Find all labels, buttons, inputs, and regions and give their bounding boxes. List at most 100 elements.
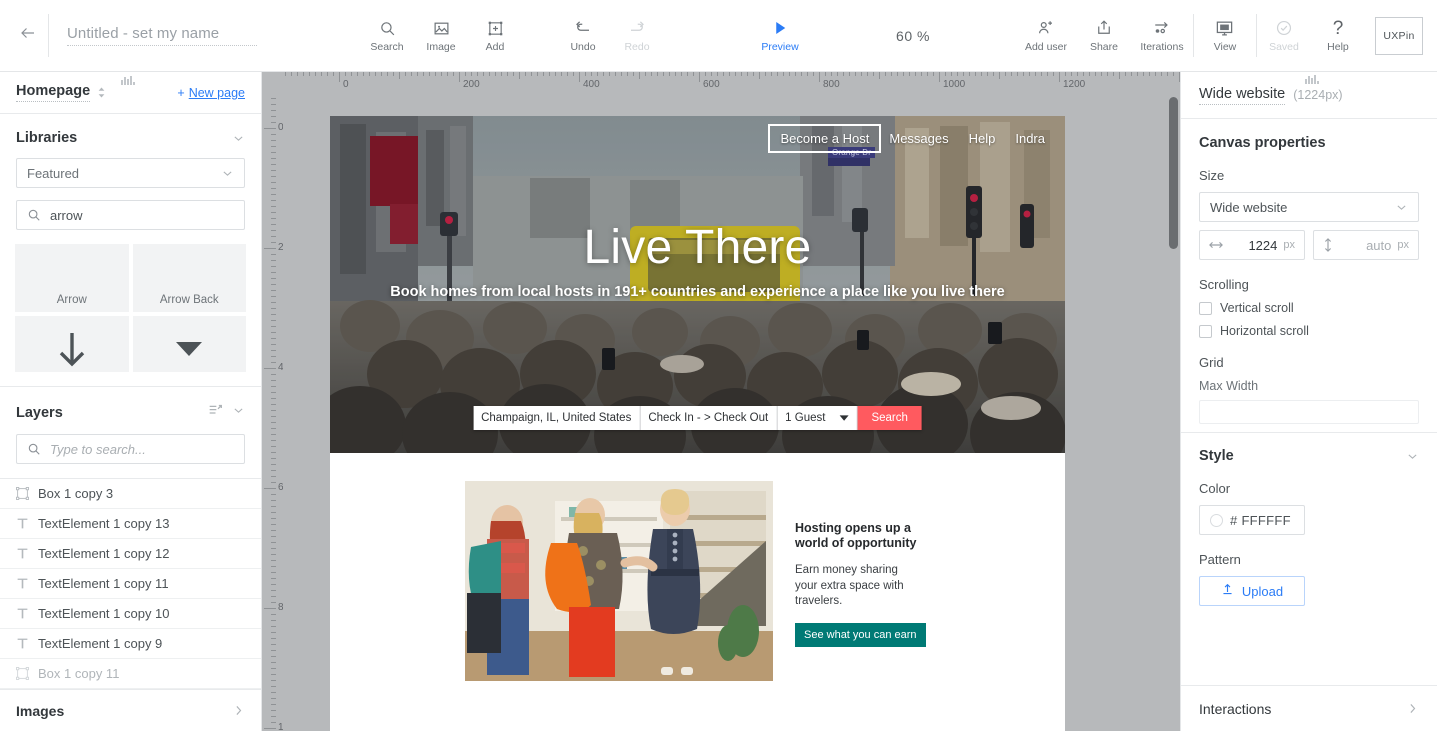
canvas-preset-select[interactable]: Wide website (1199, 192, 1419, 222)
canvas-area[interactable]: Orange Dr Become a Host Messages Help In… (262, 72, 1180, 731)
search-submit-button[interactable]: Search (857, 406, 922, 430)
ruler-tick (1047, 72, 1048, 76)
ruler-tick (807, 72, 808, 76)
add-button[interactable]: Add (468, 0, 522, 71)
canvas-preset-value: Wide website (1210, 199, 1288, 215)
search-dates-field[interactable]: Check In - > Check Out (640, 406, 778, 430)
layers-expand-icon[interactable] (208, 403, 223, 422)
library-tile[interactable]: Arrow Back (132, 244, 246, 313)
library-tile[interactable] (15, 316, 129, 373)
ruler-tick (555, 72, 556, 76)
redo-button[interactable]: Redo (610, 0, 664, 71)
library-tile[interactable] (132, 316, 246, 373)
layer-row[interactable]: TextElement 1 copy 12 (0, 539, 261, 570)
ruler-tick (271, 236, 276, 237)
grid-max-width-field[interactable] (1199, 400, 1419, 424)
promo-card[interactable]: Hosting opens up a world of opportunity … (465, 481, 930, 681)
horizontal-scroll-label: Horizontal scroll (1220, 324, 1309, 338)
chevron-down-icon[interactable] (232, 132, 245, 145)
images-label: Images (16, 702, 65, 719)
search-guests-field[interactable]: 1 Guest (777, 406, 858, 430)
canvas-height-value: auto (1366, 237, 1392, 253)
view-button-label: View (1213, 41, 1237, 54)
layer-row[interactable]: Box 1 copy 3 (0, 479, 261, 510)
share-button[interactable]: Share (1077, 0, 1131, 71)
images-section-header[interactable]: Images (0, 689, 261, 731)
add-user-button[interactable]: Add user (1015, 0, 1077, 71)
hero-subtitle: Book homes from local hosts in 191+ coun… (390, 284, 1005, 300)
color-swatch[interactable] (1210, 513, 1223, 527)
layers-search-input[interactable] (50, 441, 234, 457)
style-header[interactable]: Style (1199, 448, 1419, 464)
zoom-level[interactable]: 60 % (896, 0, 930, 71)
help-button[interactable]: ? Help (1311, 0, 1365, 71)
page-switch-icon[interactable] (97, 86, 106, 99)
ruler-tick (951, 72, 952, 76)
promo-cta-button[interactable]: See what you can earn (795, 622, 926, 647)
back-button[interactable] (8, 0, 48, 71)
project-name-input[interactable] (67, 25, 257, 46)
upload-pattern-button[interactable]: Upload (1199, 576, 1305, 606)
ruler-tick (271, 374, 276, 375)
iterations-button[interactable]: Iterations (1131, 0, 1193, 71)
nav-item-indra[interactable]: Indra (1005, 126, 1055, 151)
ruler-tick (271, 176, 276, 177)
layer-row[interactable]: TextElement 1 copy 9 (0, 629, 261, 660)
layer-row[interactable]: TextElement 1 copy 11 (0, 569, 261, 600)
monitor-icon (1215, 18, 1234, 38)
hero-section[interactable]: Orange Dr Become a Host Messages Help In… (330, 116, 1065, 453)
image-button[interactable]: Image (414, 0, 468, 71)
ruler-label: 600 (278, 482, 283, 493)
vertical-scroll-checkbox[interactable]: Vertical scroll (1199, 301, 1419, 315)
ruler-tick (933, 72, 934, 76)
ruler-tick (519, 72, 520, 79)
ruler-tick (735, 72, 736, 76)
uxpin-logo[interactable]: UXPin (1374, 16, 1423, 55)
ruler-tick (711, 72, 712, 76)
ruler-tick (765, 72, 766, 76)
undo-button[interactable]: Undo (556, 0, 610, 71)
toolbar-gap-1 (275, 0, 360, 71)
ruler-tick (1011, 72, 1012, 76)
ruler-tick (271, 638, 276, 639)
nav-item-become-a-host[interactable]: Become a Host (768, 124, 882, 153)
ruler-tick (271, 662, 276, 663)
chevron-down-icon[interactable] (232, 404, 245, 421)
search-icon (379, 18, 396, 38)
libraries-header[interactable]: Libraries (0, 130, 261, 146)
background-color-field[interactable]: # FFFFFF (1199, 505, 1305, 535)
layer-row[interactable]: TextElement 1 copy 13 (0, 509, 261, 540)
ruler-tick (381, 72, 382, 76)
layer-row[interactable]: TextElement 1 copy 10 (0, 599, 261, 630)
ruler-tick (271, 620, 276, 621)
layer-row[interactable]: Box 1 copy 11 (0, 659, 261, 690)
prototype-page[interactable]: Orange Dr Become a Host Messages Help In… (330, 116, 1065, 731)
horizontal-scroll-checkbox[interactable]: Horizontal scroll (1199, 324, 1419, 338)
library-search-input[interactable] (50, 207, 234, 223)
layers-header-tools (208, 403, 245, 422)
scrollbar-thumb[interactable] (1169, 97, 1178, 249)
canvas-height-field[interactable]: auto px (1313, 230, 1419, 260)
view-button[interactable]: View (1194, 0, 1256, 71)
canvas-width-field[interactable]: 1224 px (1199, 230, 1305, 260)
canvas-vertical-scrollbar[interactable] (1169, 95, 1178, 731)
ruler-tick (1113, 72, 1114, 76)
ruler-tick (723, 72, 724, 76)
ruler-tick (831, 72, 832, 76)
library-tile[interactable]: Arrow (15, 244, 129, 313)
layers-search-field[interactable] (16, 434, 245, 465)
nav-item-messages[interactable]: Messages (879, 126, 958, 151)
ruler-tick (271, 284, 276, 285)
library-search-field[interactable] (16, 200, 245, 231)
nav-item-help[interactable]: Help (959, 126, 1006, 151)
search-location-field[interactable]: Champaign, IL, United States (473, 406, 641, 430)
current-page-name[interactable]: Homepage (16, 83, 91, 103)
canvas-name[interactable]: Wide website (1199, 86, 1286, 105)
ruler-tick (271, 686, 276, 687)
new-page-button[interactable]: + New page (177, 86, 245, 100)
library-category-select[interactable]: Featured (16, 158, 245, 189)
interactions-section-header[interactable]: Interactions (1181, 685, 1437, 731)
preview-button[interactable]: Preview (749, 0, 811, 71)
ruler-tick (681, 72, 682, 76)
search-button[interactable]: Search (360, 0, 414, 71)
